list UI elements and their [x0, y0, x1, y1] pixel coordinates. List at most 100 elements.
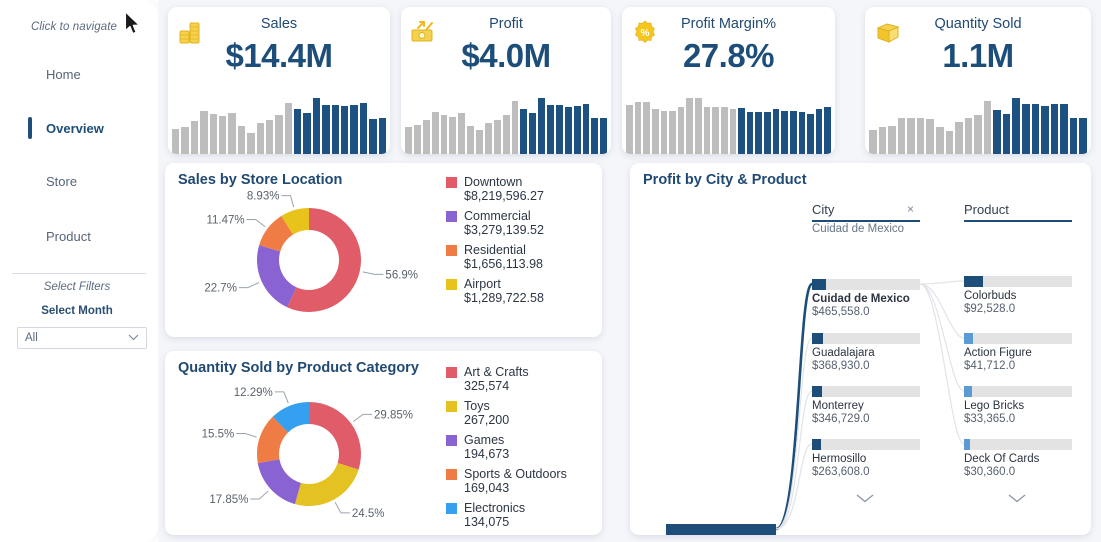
- sparkline-bar: [573, 105, 581, 154]
- legend-swatch: [446, 210, 457, 222]
- expand-products-icon[interactable]: [1008, 491, 1026, 506]
- legend-item[interactable]: Residential $1,656,113.98: [446, 243, 594, 271]
- sparkline-bar: [520, 109, 528, 154]
- sidebar-item-label: Home: [46, 66, 81, 82]
- sparkline-bar: [200, 111, 208, 154]
- sparkline-bar: [322, 104, 330, 154]
- sankey-node[interactable]: Deck Of Cards $30,360.0: [964, 439, 1072, 480]
- sankey-node[interactable]: Monterrey $346,729.0: [812, 386, 920, 427]
- sidebar-item-product[interactable]: Product: [0, 223, 158, 249]
- sankey-node-value: $41,712.0: [964, 360, 1016, 373]
- sparkline-bar: [983, 100, 992, 154]
- sparkline-bar: [181, 126, 189, 154]
- sparkline-bar: [1079, 117, 1087, 154]
- sparkline-bar: [907, 117, 915, 154]
- sparkline-bar: [781, 110, 788, 154]
- legend-value: 194,673: [464, 447, 510, 461]
- legend-item[interactable]: Sports & Outdoors 169,043: [446, 467, 594, 495]
- sidebar-item-store[interactable]: Store: [0, 168, 158, 194]
- month-filter-dropdown[interactable]: All: [17, 327, 147, 349]
- legend-item[interactable]: Games 194,673: [446, 433, 594, 461]
- legend-item[interactable]: Toys 267,200: [446, 399, 594, 427]
- sidebar-item-overview[interactable]: Overview: [0, 115, 158, 141]
- dashboard-canvas: Sales $14.4M Profit $4.0M % Profit Margi…: [158, 0, 1101, 542]
- sparkline-bar: [467, 126, 474, 154]
- legend-item[interactable]: Art & Crafts 325,574: [446, 365, 594, 393]
- sankey-node[interactable]: Action Figure $41,712.0: [964, 333, 1072, 374]
- sankey-node-total-profit[interactable]: Total Profit $4,014,029.0: [666, 524, 776, 535]
- sankey-node-value: $465,558.0: [812, 306, 870, 319]
- legend-item[interactable]: Downtown $8,219,596.27: [446, 175, 594, 203]
- sidebar-item-home[interactable]: Home: [0, 61, 158, 87]
- donut-percent-label: 8.93%: [247, 191, 280, 203]
- kpi-card-sales[interactable]: Sales $14.4M: [168, 7, 390, 154]
- sparkline-bar: [651, 108, 659, 154]
- legend-item[interactable]: Electronics 134,075: [446, 501, 594, 529]
- donut-slice[interactable]: [257, 245, 297, 308]
- sparkline-bar: [350, 105, 358, 154]
- sidebar-item-label: Overview: [46, 120, 104, 136]
- donut-slice[interactable]: [294, 463, 359, 506]
- donut-percent-label: 29.85%: [374, 409, 413, 421]
- mouse-cursor: [124, 11, 142, 37]
- kpi-card-quantity-sold[interactable]: Quantity Sold 1.1M: [865, 7, 1091, 154]
- legend-item[interactable]: Airport $1,289,722.58: [446, 277, 594, 305]
- sparkline-chart: [172, 98, 386, 154]
- legend-value: 134,075: [464, 515, 510, 529]
- sankey-node-bar: [812, 439, 920, 450]
- store-location-donut[interactable]: 56.9% 22.7% 11.47% 8.93%: [171, 187, 451, 337]
- sparkline-bar: [669, 110, 676, 154]
- kpi-card-profit[interactable]: Profit $4.0M: [401, 7, 611, 154]
- sankey-node-bar: [812, 386, 920, 397]
- sankey-node[interactable]: Guadalajara $368,930.0: [812, 333, 920, 374]
- sparkline-bar: [303, 112, 311, 154]
- profit-by-city-product-card: Profit by City & Product City × Cuidad d…: [630, 163, 1091, 535]
- sidebar-item-label: Store: [46, 173, 78, 189]
- kpi-title: Profit: [489, 16, 523, 32]
- kpi-card-profit-margin[interactable]: % Profit Margin% 27.8%: [622, 7, 835, 154]
- kpi-value: 1.1M: [942, 37, 1014, 74]
- legend-item[interactable]: Commercial $3,279,139.52: [446, 209, 594, 237]
- sparkline-bar: [1031, 104, 1040, 154]
- sparkline-bar: [265, 120, 274, 154]
- sparkline-bar: [209, 114, 217, 154]
- sankey-node-name: Guadalajara: [812, 347, 875, 359]
- sankey-node[interactable]: Cuidad de Mexico $465,558.0: [812, 279, 920, 320]
- donut-slice[interactable]: [309, 402, 361, 470]
- sparkline-bar: [703, 107, 711, 154]
- sparkline-bar: [626, 105, 633, 154]
- sales-by-store-location-card: Sales by Store Location 56.9% 22.7% 11.47%…: [165, 163, 602, 337]
- donut-percent-label: 17.85%: [209, 494, 248, 506]
- sankey-node-value: $346,729.0: [812, 413, 870, 426]
- sankey-node[interactable]: Hermosillo $263,608.0: [812, 439, 920, 480]
- sparkline-bar: [378, 117, 386, 154]
- sankey-node-name: Hermosillo: [812, 453, 867, 465]
- sparkline-bar: [547, 104, 554, 154]
- chart-title: Sales by Store Location: [178, 172, 343, 188]
- donut-percent-label: 12.29%: [234, 387, 273, 399]
- product-category-donut[interactable]: 29.85% 24.5% 17.85% 15.5% 12.29%: [171, 381, 451, 531]
- kpi-value: 27.8%: [682, 37, 775, 74]
- sankey-node-name: Deck Of Cards: [964, 453, 1040, 465]
- legend-value: 169,043: [464, 481, 510, 495]
- sankey-node-value: $30,360.0: [964, 466, 1016, 479]
- sankey-node[interactable]: Colorbuds $92,528.0: [964, 276, 1072, 317]
- sankey-node-bar: [812, 333, 920, 344]
- expand-cities-icon[interactable]: [856, 491, 874, 506]
- sparkline-bar: [1022, 104, 1030, 154]
- kpi-title: Sales: [260, 16, 298, 32]
- sparkline-bar: [824, 107, 831, 154]
- legend-swatch: [446, 468, 457, 480]
- sparkline-bar: [878, 127, 887, 154]
- kpi-value: $14.4M: [225, 37, 333, 74]
- donut-slice[interactable]: [257, 459, 301, 505]
- sankey-node-bar: [666, 524, 776, 535]
- sankey-link: [919, 283, 965, 445]
- sparkline-bar: [974, 114, 982, 154]
- sankey-node[interactable]: Lego Bricks $33,365.0: [964, 386, 1072, 427]
- donut-leader-line: [238, 282, 260, 289]
- donut-leader-line: [274, 391, 289, 404]
- sparkline-bar: [359, 102, 368, 154]
- sparkline-bar: [228, 112, 236, 154]
- sankey-node-bar: [964, 333, 1072, 344]
